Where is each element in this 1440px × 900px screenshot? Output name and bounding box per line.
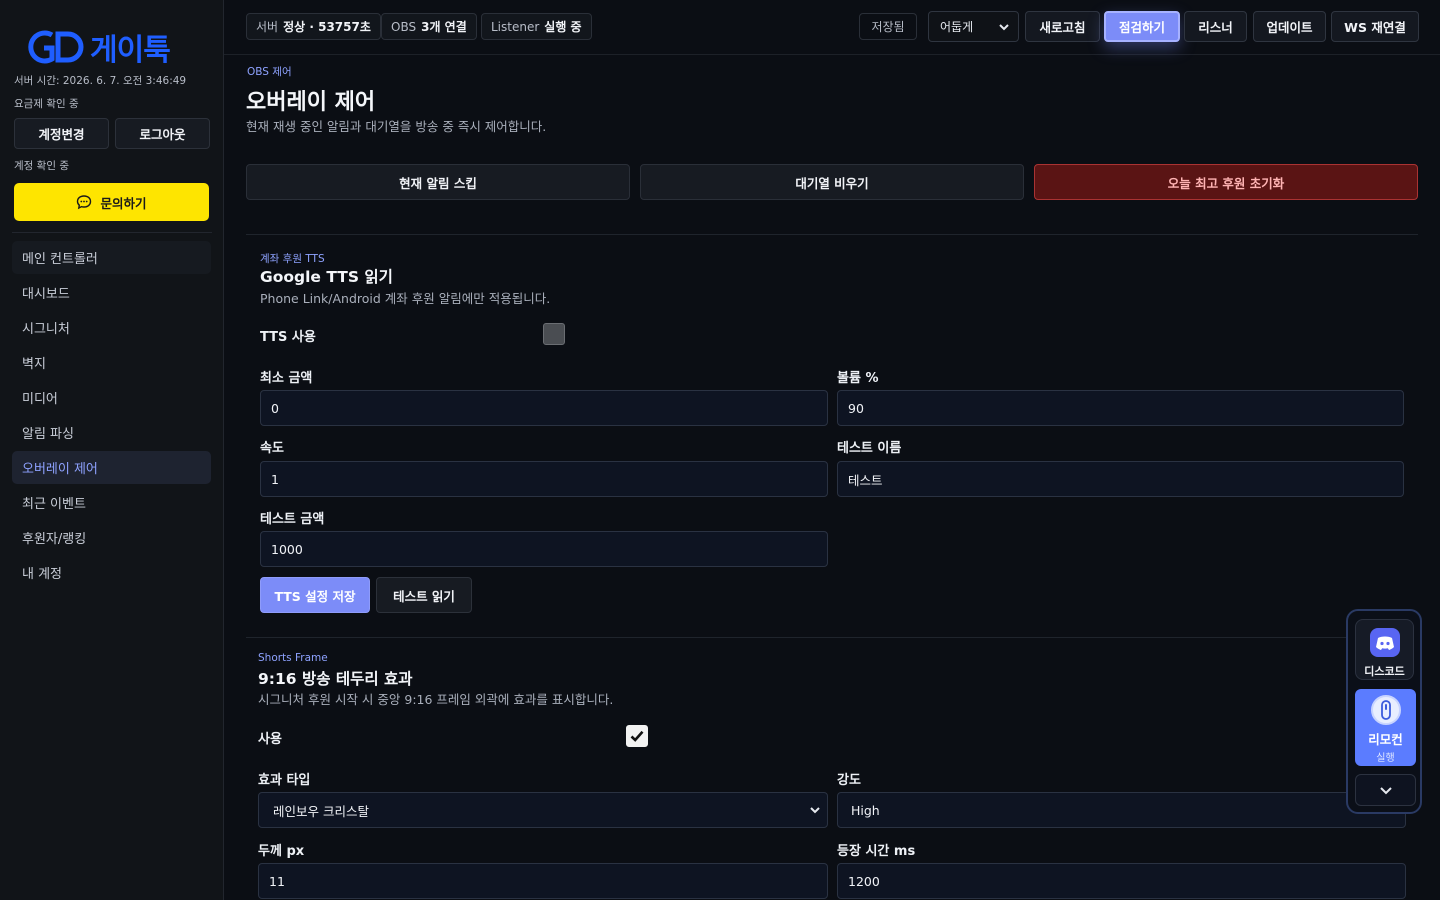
obs-status-label: OBS — [391, 19, 417, 34]
inquiry-button[interactable]: 문의하기 — [14, 183, 209, 221]
appear-time-label: 등장 시간 ms — [837, 844, 916, 859]
remote-launch-button[interactable]: 리모컨 실행 — [1355, 689, 1416, 766]
sidebar-item-media[interactable]: 미디어 — [12, 381, 211, 414]
logo-text: 게이툭 — [90, 33, 171, 68]
remote-label: 리모컨 — [1368, 732, 1403, 747]
ws-reconnect-button[interactable]: WS 재연결 — [1331, 11, 1419, 42]
sidebar-nav: 메인 컨트롤러 대시보드 시그니처 벽지 미디어 알림 파싱 오버레이 제어 최… — [12, 241, 211, 591]
server-status-value: 정상 · 53757초 — [283, 20, 371, 34]
listener-status-label: Listener — [491, 19, 540, 34]
chevron-down-icon — [1379, 787, 1392, 795]
effect-type-value: 레인보우 크리스탈 — [273, 803, 369, 819]
sidebar-item-wallpaper[interactable]: 벽지 — [12, 346, 211, 379]
frame-section-title: 9:16 방송 테두리 효과 — [258, 670, 413, 688]
discord-icon — [1369, 628, 1400, 657]
listener-status-value: 실행 중 — [544, 20, 582, 34]
divider — [12, 232, 212, 233]
reset-top-donation-button[interactable]: 오늘 최고 후원 초기화 — [1034, 164, 1418, 200]
discord-label: 디스코드 — [1364, 665, 1405, 678]
discord-button[interactable]: 디스코드 — [1355, 619, 1414, 680]
update-button[interactable]: 업데이트 — [1253, 11, 1326, 42]
floating-dock: 디스코드 리모컨 실행 — [1346, 609, 1422, 814]
intensity-select[interactable]: High — [837, 792, 1406, 828]
tts-section-tag: 계좌 후원 TTS — [260, 253, 325, 265]
server-status-label: 서버 — [256, 20, 279, 34]
sidebar-item-alert-parsing[interactable]: 알림 파싱 — [12, 416, 211, 449]
logo-icon — [28, 30, 84, 64]
brand-logo[interactable]: 게이툭 — [22, 26, 200, 68]
effect-type-label: 효과 타입 — [258, 773, 311, 788]
inspect-button[interactable]: 점검하기 — [1104, 11, 1180, 42]
appear-time-input[interactable]: 1200 — [837, 863, 1406, 899]
tts-section-title: Google TTS 읽기 — [260, 268, 393, 286]
divider — [246, 234, 1418, 235]
effect-type-select[interactable]: 레인보우 크리스탈 — [258, 792, 828, 828]
account-status: 계정 확인 중 — [14, 160, 69, 172]
divider — [246, 637, 1418, 638]
check-icon — [630, 730, 644, 742]
speed-input[interactable]: 1 — [260, 461, 828, 497]
theme-select[interactable]: 어둡게 — [928, 11, 1019, 42]
listener-status-chip: Listener 실행 중 — [481, 13, 592, 40]
refresh-button[interactable]: 새로고침 — [1025, 11, 1100, 42]
remote-sub-label: 실행 — [1376, 753, 1395, 764]
theme-select-value: 어둡게 — [940, 20, 974, 34]
sidebar-item-signature[interactable]: 시그니처 — [12, 311, 211, 344]
sidebar-item-main-controller[interactable]: 메인 컨트롤러 — [12, 241, 211, 274]
sidebar-item-my-account[interactable]: 내 계정 — [12, 556, 211, 589]
sidebar: 게이툭 서버 시간: 2026. 6. 7. 오전 3:46:49 요금제 확인… — [0, 0, 224, 900]
intensity-label: 강도 — [837, 773, 861, 788]
volume-label: 볼륨 % — [837, 371, 879, 386]
tts-section-description: Phone Link/Android 계좌 후원 알림에만 적용됩니다. — [260, 291, 551, 306]
obs-status-chip: OBS 3개 연결 — [381, 13, 477, 40]
billing-status: 요금제 확인 중 — [14, 98, 79, 110]
thickness-label: 두께 px — [258, 844, 305, 859]
section-crumb: OBS 제어 — [247, 66, 292, 78]
page-title: 오버레이 제어 — [246, 90, 376, 115]
sidebar-item-donor-ranking[interactable]: 후원자/랭킹 — [12, 521, 211, 554]
min-amount-input[interactable]: 0 — [260, 390, 828, 426]
test-amount-label: 테스트 금액 — [260, 512, 325, 527]
skip-alert-button[interactable]: 현재 알림 스킵 — [246, 164, 630, 200]
min-amount-label: 최소 금액 — [260, 371, 313, 386]
sidebar-item-overlay-control[interactable]: 오버레이 제어 — [12, 451, 211, 484]
test-name-input[interactable]: 테스트 — [837, 461, 1404, 497]
switch-account-button[interactable]: 계정변경 — [14, 118, 109, 149]
test-amount-input[interactable]: 1000 — [260, 531, 828, 567]
server-status-chip: 서버 정상 · 53757초 — [246, 13, 381, 40]
remote-icon — [1370, 695, 1401, 725]
volume-input[interactable]: 90 — [837, 390, 1404, 426]
chevron-down-icon — [999, 24, 1009, 31]
tts-enable-checkbox[interactable] — [543, 323, 565, 345]
frame-section-tag: Shorts Frame — [258, 652, 328, 664]
tts-save-button[interactable]: TTS 설정 저장 — [260, 577, 370, 613]
page-description: 현재 재생 중인 알림과 대기열을 방송 중 즉시 제어합니다. — [246, 119, 547, 134]
logout-button[interactable]: 로그아웃 — [115, 118, 210, 149]
chevron-down-icon — [810, 807, 820, 814]
saved-indicator: 저장됨 — [859, 13, 917, 40]
speed-label: 속도 — [260, 441, 284, 456]
inquiry-label: 문의하기 — [100, 195, 147, 211]
tts-test-read-button[interactable]: 테스트 읽기 — [376, 577, 472, 613]
listener-button[interactable]: 리스너 — [1184, 11, 1247, 42]
chat-icon — [77, 195, 92, 210]
frame-enable-label: 사용 — [258, 732, 282, 747]
dock-collapse-button[interactable] — [1355, 774, 1416, 806]
test-name-label: 테스트 이름 — [837, 441, 902, 456]
thickness-input[interactable]: 11 — [258, 863, 828, 899]
obs-status-value: 3개 연결 — [421, 20, 467, 34]
sidebar-item-dashboard[interactable]: 대시보드 — [12, 276, 211, 309]
frame-section-description: 시그니처 후원 시작 시 중앙 9:16 프레임 외곽에 효과를 표시합니다. — [258, 692, 614, 707]
sidebar-item-recent-events[interactable]: 최근 이벤트 — [12, 486, 211, 519]
tts-enable-label: TTS 사용 — [260, 330, 316, 345]
server-time: 서버 시간: 2026. 6. 7. 오전 3:46:49 — [14, 75, 187, 87]
clear-queue-button[interactable]: 대기열 비우기 — [640, 164, 1024, 200]
topbar: 서버 정상 · 53757초 OBS 3개 연결 Listener 실행 중 저장됨 … — [224, 0, 1440, 55]
frame-enable-checkbox[interactable] — [626, 725, 648, 747]
